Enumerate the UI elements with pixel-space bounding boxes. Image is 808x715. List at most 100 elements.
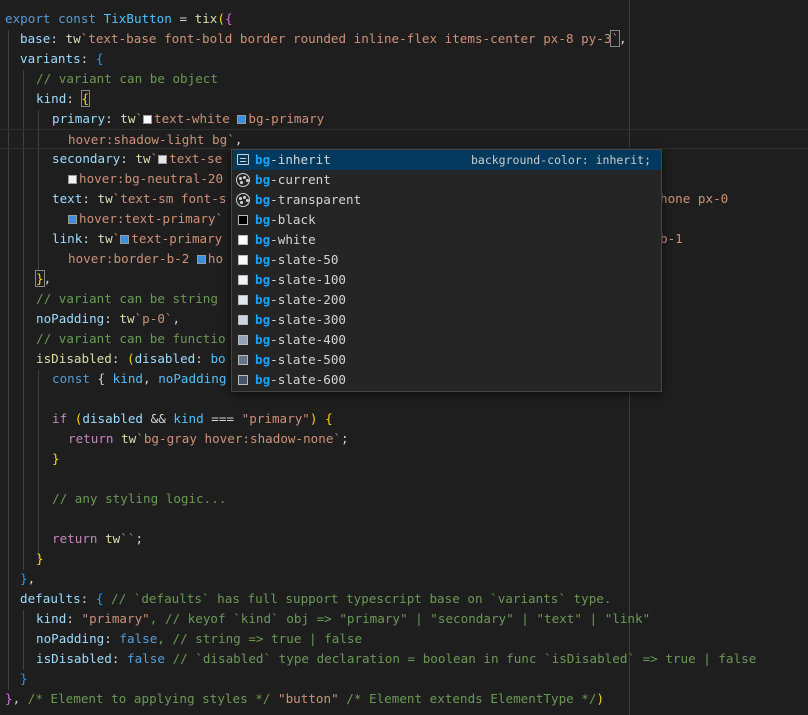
suggest-item[interactable]: bg-slate-600 [233, 370, 661, 390]
suggest-rest-text: -white [270, 232, 316, 247]
token-string: ` [215, 211, 224, 226]
token-string: "button" [278, 691, 339, 706]
code-line-21[interactable]: if (disabled && kind === "primary") { [52, 409, 333, 429]
suggest-item[interactable]: bg-slate-200 [233, 290, 661, 310]
token-property: base [20, 31, 51, 46]
code-line-15[interactable]: // variant can be string [36, 289, 218, 309]
suggest-match-text: bg [255, 152, 271, 167]
token-punct: , [27, 571, 36, 586]
suggest-item[interactable]: bg-slate-300 [233, 310, 661, 330]
code-line-33[interactable]: isDisabled: false // `disabled` type dec… [36, 649, 756, 669]
code-line-6[interactable]: primary: tw` text-white bg-primary [52, 109, 324, 129]
token-string: b-1 [660, 231, 683, 246]
color-swatch-icon [238, 235, 248, 245]
suggest-item-label: bg-slate-100 [255, 270, 346, 290]
code-line-32[interactable]: noPadding: false, // string => true | fa… [36, 629, 362, 649]
suggest-item[interactable]: bg-inherit background-color: inherit; [233, 150, 661, 170]
token-function: tw [120, 111, 136, 126]
token-property: defaults [20, 591, 81, 606]
token-bracket: { [224, 11, 233, 26]
token-bracket: { [317, 411, 333, 426]
code-line-5[interactable]: kind: { [36, 89, 91, 109]
token-keyword: false [119, 631, 158, 646]
token-punct: : [66, 91, 82, 106]
color-swatch-icon [143, 115, 153, 124]
code-line-2[interactable]: base: tw`text-base font-bold border roun… [20, 29, 627, 49]
token-string: text-primary [131, 231, 223, 246]
token-string: hover:border-b-2 [68, 251, 197, 266]
token-string: text-se [169, 151, 223, 166]
suggest-item[interactable]: bg-white [233, 230, 661, 250]
token-bracket: { [80, 90, 91, 107]
token-punct: : [80, 591, 96, 606]
suggest-match-text: bg [255, 292, 271, 307]
token-string: `p-0` [134, 311, 173, 326]
suggest-item[interactable]: bg-black [233, 210, 661, 230]
token-bracket: ) [596, 691, 605, 706]
code-line-29[interactable]: }, [20, 569, 35, 589]
token-comment: , // keyof `kind` obj => "primary" | "se… [149, 611, 651, 626]
suggest-rest-text: -slate-200 [270, 292, 346, 307]
code-line-13[interactable]: hover:border-b-2 ho [68, 249, 223, 269]
code-line-1[interactable]: export const TixButton = tix({ [5, 9, 233, 29]
code-line-31[interactable]: kind: "primary", // keyof `kind` obj => … [36, 609, 650, 629]
token-string: hover:bg-neutral-20 [79, 171, 224, 186]
token-property: text [52, 191, 83, 206]
token-punct: { [89, 371, 113, 386]
code-line-27[interactable]: return tw``; [52, 529, 143, 549]
code-line-23[interactable]: } [52, 449, 60, 469]
suggest-item-label: bg-transparent [255, 190, 361, 210]
code-line-25[interactable]: // any styling logic... [52, 489, 226, 509]
token-comment: // `defaults` has full support typescrip… [103, 591, 612, 606]
code-line-7[interactable]: hover:shadow-light bg`, [0, 129, 808, 149]
suggest-match-text: bg [255, 212, 271, 227]
token-string: ` [227, 132, 235, 147]
code-line-9[interactable]: hover:bg-neutral-20 [68, 169, 223, 189]
token-comment: /* Element to applying styles */ [27, 691, 271, 706]
code-line-35[interactable]: }, /* Element to applying styles */ "but… [5, 689, 604, 709]
token-comment: // `disabled` type declaration = boolean… [164, 651, 757, 666]
code-line-14[interactable]: }, [35, 269, 52, 289]
autocomplete-suggest-widget[interactable]: bg-inherit background-color: inherit; bg-c… [231, 149, 662, 392]
token-function: tix [194, 11, 218, 26]
color-swatch-icon [238, 215, 248, 225]
code-line-19[interactable]: const { kind, noPadding [52, 369, 226, 389]
suggest-item[interactable]: bg-slate-500 [233, 350, 661, 370]
code-line-11[interactable]: hover:text-primary` [68, 209, 223, 229]
suggest-match-text: bg [255, 172, 271, 187]
code-line-18[interactable]: isDisabled: (disabled: bo [36, 349, 226, 369]
suggest-item[interactable]: bg-slate-100 [233, 270, 661, 290]
color-swatch-icon [238, 275, 248, 285]
suggest-item[interactable]: bg-current [233, 170, 661, 190]
code-line-17[interactable]: // variant can be functio [36, 329, 226, 349]
token-function: tw [105, 531, 121, 546]
code-line-28[interactable]: } [36, 549, 44, 569]
color-swatch-icon [238, 255, 248, 265]
suggest-item-label: bg-slate-50 [255, 250, 338, 270]
color-swatch-icon [237, 115, 247, 124]
code-line-34[interactable]: } [20, 669, 28, 689]
suggest-item[interactable]: bg-slate-50 [233, 250, 661, 270]
token-function: tw [97, 231, 113, 246]
indent-guide [23, 610, 24, 670]
suggest-rest-text: -black [270, 212, 316, 227]
token-property: secondary [52, 151, 121, 166]
code-line-4[interactable]: // variant can be object [36, 69, 218, 89]
token-punct: : [105, 111, 121, 126]
token-variable: noPadding [158, 371, 227, 386]
token-punct: : [80, 51, 96, 66]
code-line-16[interactable]: noPadding: tw`p-0`, [36, 309, 180, 329]
code-line-30[interactable]: defaults: { // `defaults` has full suppo… [20, 589, 611, 609]
code-line-8[interactable]: secondary: tw` text-se [52, 149, 222, 169]
token-punct: , [43, 271, 52, 286]
code-line-3[interactable]: variants: { [20, 49, 103, 69]
token-property: noPadding [36, 631, 105, 646]
token-variable: kind [173, 411, 204, 426]
token-bracket: } [20, 571, 28, 586]
suggest-item[interactable]: bg-slate-400 [233, 330, 661, 350]
token-function: tw [119, 311, 135, 326]
token-string: `` [120, 531, 136, 546]
code-line-22[interactable]: return tw`bg-gray hover:shadow-none`; [68, 429, 349, 449]
suggest-item[interactable]: bg-transparent [233, 190, 661, 210]
token-punct: : [195, 351, 211, 366]
